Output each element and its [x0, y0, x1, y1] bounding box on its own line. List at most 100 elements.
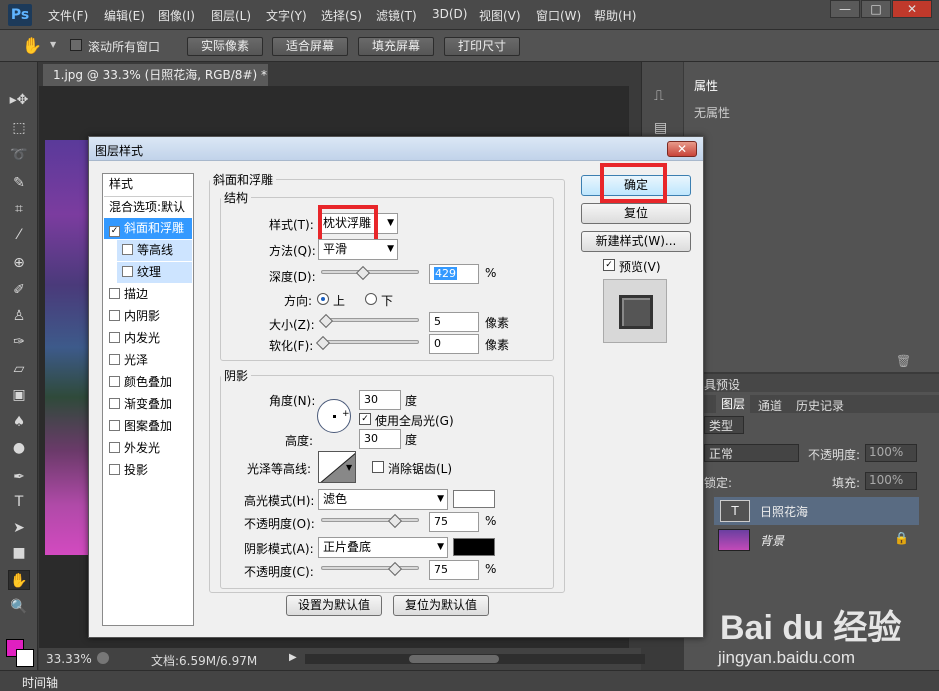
path-select-tool-icon[interactable]: ➤ — [8, 518, 30, 538]
shape-tool-icon[interactable]: ■ — [8, 543, 30, 563]
layer-row-text[interactable]: T 日照花海 — [714, 497, 919, 525]
history-tab[interactable]: 历史记录 — [796, 397, 844, 414]
eyedropper-tool-icon[interactable]: ⁄ — [8, 225, 30, 245]
global-light-checkbox[interactable]: ✓ — [359, 413, 371, 425]
menu-view[interactable]: 视图(V) — [479, 7, 521, 24]
depth-input[interactable]: 429 — [429, 264, 479, 284]
zoom-level[interactable]: 33.33% — [46, 652, 92, 666]
close-window-button[interactable]: ✕ — [892, 0, 932, 18]
crop-tool-icon[interactable]: ⌗ — [8, 199, 30, 219]
menu-help[interactable]: 帮助(H) — [594, 7, 636, 24]
highlight-opacity-input[interactable]: 75 — [429, 512, 479, 532]
menu-3d[interactable]: 3D(D) — [432, 7, 467, 21]
menu-layer[interactable]: 图层(L) — [211, 7, 251, 24]
style-item-bevel[interactable]: ✓ 斜面和浮雕 — [104, 218, 192, 239]
blend-mode-select[interactable]: 正常 — [704, 444, 799, 462]
highlight-color-swatch[interactable] — [453, 490, 495, 508]
restore-button[interactable]: □ — [861, 0, 891, 18]
style-item-contour[interactable]: 等高线 — [117, 240, 192, 261]
menu-filter[interactable]: 滤镜(T) — [376, 7, 417, 24]
hand-tool-icon[interactable]: ✋ — [8, 570, 30, 590]
style-item-pattern-overlay[interactable]: 图案叠加 — [104, 416, 192, 437]
move-tool-icon[interactable]: ▸✥ — [8, 90, 30, 110]
angle-input[interactable]: 30 — [359, 390, 401, 410]
horizontal-scroll-thumb[interactable] — [409, 655, 499, 663]
styles-header[interactable]: 样式 — [104, 174, 192, 195]
channels-tab[interactable]: 通道 — [758, 397, 782, 414]
layer-row-background[interactable]: 背景 🔒 — [714, 526, 919, 554]
status-menu-icon[interactable] — [97, 652, 109, 664]
brush-tool-icon[interactable]: ✐ — [8, 280, 30, 300]
contour-dropdown-icon[interactable]: ▼ — [346, 463, 352, 472]
history-panel-icon[interactable]: ⎍ — [654, 88, 664, 104]
style-item-texture[interactable]: 纹理 — [117, 262, 192, 283]
menu-image[interactable]: 图像(I) — [158, 7, 195, 24]
fit-screen-button[interactable]: 适合屏幕 — [272, 37, 348, 56]
clone-stamp-tool-icon[interactable]: ♙ — [8, 306, 30, 326]
layer-kind-filter[interactable]: 类型 — [704, 416, 744, 434]
actual-pixels-button[interactable]: 实际像素 — [187, 37, 263, 56]
fill-input[interactable]: 100% — [865, 472, 917, 490]
print-size-button[interactable]: 打印尺寸 — [444, 37, 520, 56]
direction-up-radio[interactable] — [317, 293, 329, 305]
stroke-checkbox[interactable] — [109, 288, 120, 299]
background-color-swatch[interactable] — [16, 649, 34, 667]
minimize-button[interactable]: — — [830, 0, 860, 18]
fill-screen-button[interactable]: 填充屏幕 — [358, 37, 434, 56]
layer-opacity-input[interactable]: 100% — [865, 444, 917, 462]
adjustments-tab[interactable]: 具预设 — [704, 376, 740, 393]
history-brush-tool-icon[interactable]: ✑ — [8, 332, 30, 352]
contour-checkbox[interactable] — [122, 244, 133, 255]
eraser-tool-icon[interactable]: ▱ — [8, 359, 30, 379]
bevel-checkbox[interactable]: ✓ — [109, 226, 120, 237]
highlight-opacity-slider[interactable] — [321, 518, 419, 522]
style-item-satin[interactable]: 光泽 — [104, 350, 192, 371]
quick-select-tool-icon[interactable]: ✎ — [8, 173, 30, 193]
blur-tool-icon[interactable]: ♠ — [8, 412, 30, 432]
new-style-button[interactable]: 新建样式(W)... — [581, 231, 691, 252]
pen-tool-icon[interactable]: ✒ — [8, 467, 30, 487]
properties-tab[interactable]: 属性 — [688, 75, 738, 97]
size-input[interactable]: 5 — [429, 312, 479, 332]
healing-brush-tool-icon[interactable]: ⊕ — [8, 253, 30, 273]
shadow-opacity-input[interactable]: 75 — [429, 560, 479, 580]
delete-property-icon[interactable]: 🗑 — [896, 354, 911, 368]
style-item-gradient-overlay[interactable]: 渐变叠加 — [104, 394, 192, 415]
soften-slider[interactable] — [321, 340, 419, 344]
tool-preset-dropdown-icon[interactable]: ▼ — [50, 40, 56, 49]
altitude-input[interactable]: 30 — [359, 429, 401, 449]
color-overlay-checkbox[interactable] — [109, 376, 120, 387]
technique-select[interactable]: 平滑 ▼ — [318, 239, 398, 260]
marquee-tool-icon[interactable]: ⬚ — [8, 118, 30, 138]
style-item-inner-glow[interactable]: 内发光 — [104, 328, 192, 349]
zoom-tool-icon[interactable]: 🔍 — [8, 597, 30, 617]
menu-type[interactable]: 文字(Y) — [266, 7, 307, 24]
style-item-outer-glow[interactable]: 外发光 — [104, 438, 192, 459]
scroll-all-checkbox[interactable] — [70, 39, 82, 51]
menu-window[interactable]: 窗口(W) — [536, 7, 581, 24]
inner-glow-checkbox[interactable] — [109, 332, 120, 343]
timeline-tab[interactable]: 时间轴 — [22, 674, 58, 691]
reset-default-button[interactable]: 复位为默认值 — [393, 595, 489, 616]
direction-down-radio[interactable] — [365, 293, 377, 305]
type-tool-icon[interactable]: T — [8, 492, 30, 512]
style-item-stroke[interactable]: 描边 — [104, 284, 192, 305]
hand-tool-icon[interactable]: ✋ — [22, 36, 42, 55]
reset-button[interactable]: 复位 — [581, 203, 691, 224]
menu-select[interactable]: 选择(S) — [321, 7, 362, 24]
soften-input[interactable]: 0 — [429, 334, 479, 354]
pattern-overlay-checkbox[interactable] — [109, 420, 120, 431]
layer-name-background[interactable]: 背景 — [760, 532, 784, 549]
satin-checkbox[interactable] — [109, 354, 120, 365]
highlight-mode-select[interactable]: 滤色 ▼ — [318, 489, 448, 510]
actions-panel-icon[interactable]: ▤ — [654, 120, 667, 136]
shadow-mode-select[interactable]: 正片叠底 ▼ — [318, 537, 448, 558]
menu-edit[interactable]: 编辑(E) — [104, 7, 145, 24]
drop-shadow-checkbox[interactable] — [109, 464, 120, 475]
layers-tab[interactable]: 图层 — [716, 395, 750, 413]
dialog-close-button[interactable]: ✕ — [667, 141, 697, 157]
layer-name-text[interactable]: 日照花海 — [760, 503, 808, 520]
status-arrow-icon[interactable]: ▶ — [289, 652, 297, 663]
document-tab[interactable]: 1.jpg @ 33.3% (日照花海, RGB/8#) * — [43, 64, 268, 86]
style-item-color-overlay[interactable]: 颜色叠加 — [104, 372, 192, 393]
